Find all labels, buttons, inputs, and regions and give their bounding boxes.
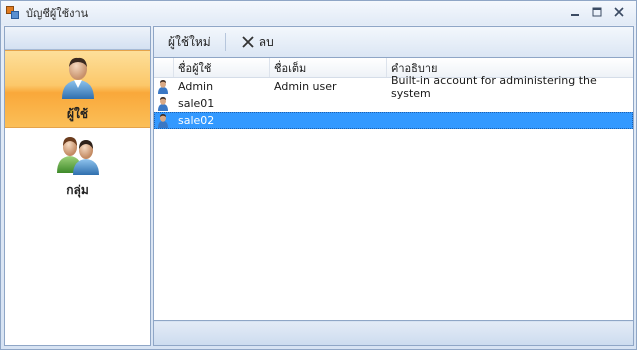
table-row-selected[interactable]: sale02: [154, 112, 633, 129]
cell-username: Admin: [178, 80, 214, 93]
row-icon-cell: [154, 95, 174, 112]
delete-button[interactable]: ลบ: [238, 31, 278, 54]
close-button[interactable]: [608, 4, 630, 20]
sidebar-item-groups[interactable]: กลุ่ม: [5, 128, 150, 206]
row-icon-cell: [154, 112, 174, 129]
user-accounts-window: บัญชีผู้ใช้งาน ผู้ใช้ กลุ่ม ผู้ใช้ใหม่ ล…: [0, 0, 637, 350]
sidebar-item-label: ผู้ใช้: [66, 106, 89, 121]
cell-fullname: [270, 95, 387, 112]
window-controls: [564, 4, 630, 20]
cell-description: Built-in account for administering the s…: [391, 73, 597, 100]
cell-fullname: Admin user: [274, 80, 337, 93]
table-row[interactable]: sale01: [154, 95, 633, 112]
user-icon: [61, 57, 94, 99]
user-icon: [158, 80, 168, 94]
column-header-username[interactable]: ชื่อผู้ใช้: [174, 58, 270, 77]
icon-column-header: [154, 58, 174, 77]
minimize-button[interactable]: [564, 4, 586, 20]
users-table: ชื่อผู้ใช้ ชื่อเต็ม คำอธิบาย Admin Admin…: [154, 57, 633, 321]
cell-username: sale02: [178, 114, 215, 127]
toolbar-separator: [224, 33, 226, 51]
main-panel: ผู้ใช้ใหม่ ลบ ชื่อผู้ใช้ ชื่อเต็ม คำอธิบ…: [153, 26, 634, 346]
new-user-label: ผู้ใช้ใหม่: [168, 34, 211, 49]
sidebar-header: [5, 27, 150, 50]
delete-icon: [242, 36, 254, 48]
delete-label: ลบ: [258, 34, 274, 49]
user-icon: [158, 114, 168, 128]
column-header-fullname[interactable]: ชื่อเต็ม: [270, 58, 387, 77]
new-user-button[interactable]: ผู้ใช้ใหม่: [164, 31, 215, 54]
sidebar: ผู้ใช้ กลุ่ม: [4, 26, 151, 346]
user-icon: [158, 97, 168, 111]
app-icon: [6, 6, 20, 20]
maximize-button[interactable]: [586, 4, 608, 20]
maximize-icon: [592, 7, 602, 17]
cell-username: sale01: [178, 97, 215, 110]
row-icon-cell: [154, 78, 174, 95]
group-icon: [56, 136, 99, 175]
status-bar: [154, 322, 633, 345]
cell-description: [387, 95, 633, 112]
title-bar[interactable]: บัญชีผู้ใช้งาน: [1, 1, 636, 25]
sidebar-item-label: กลุ่ม: [66, 182, 89, 197]
table-row[interactable]: Admin Admin user Built-in account for ad…: [154, 73, 633, 100]
cell-description: [387, 112, 633, 129]
toolbar: ผู้ใช้ใหม่ ลบ: [154, 27, 633, 57]
window-title: บัญชีผู้ใช้งาน: [26, 7, 89, 20]
sidebar-item-users[interactable]: ผู้ใช้: [5, 50, 150, 128]
close-icon: [614, 7, 624, 17]
cell-fullname: [270, 112, 387, 129]
minimize-icon: [571, 14, 579, 16]
